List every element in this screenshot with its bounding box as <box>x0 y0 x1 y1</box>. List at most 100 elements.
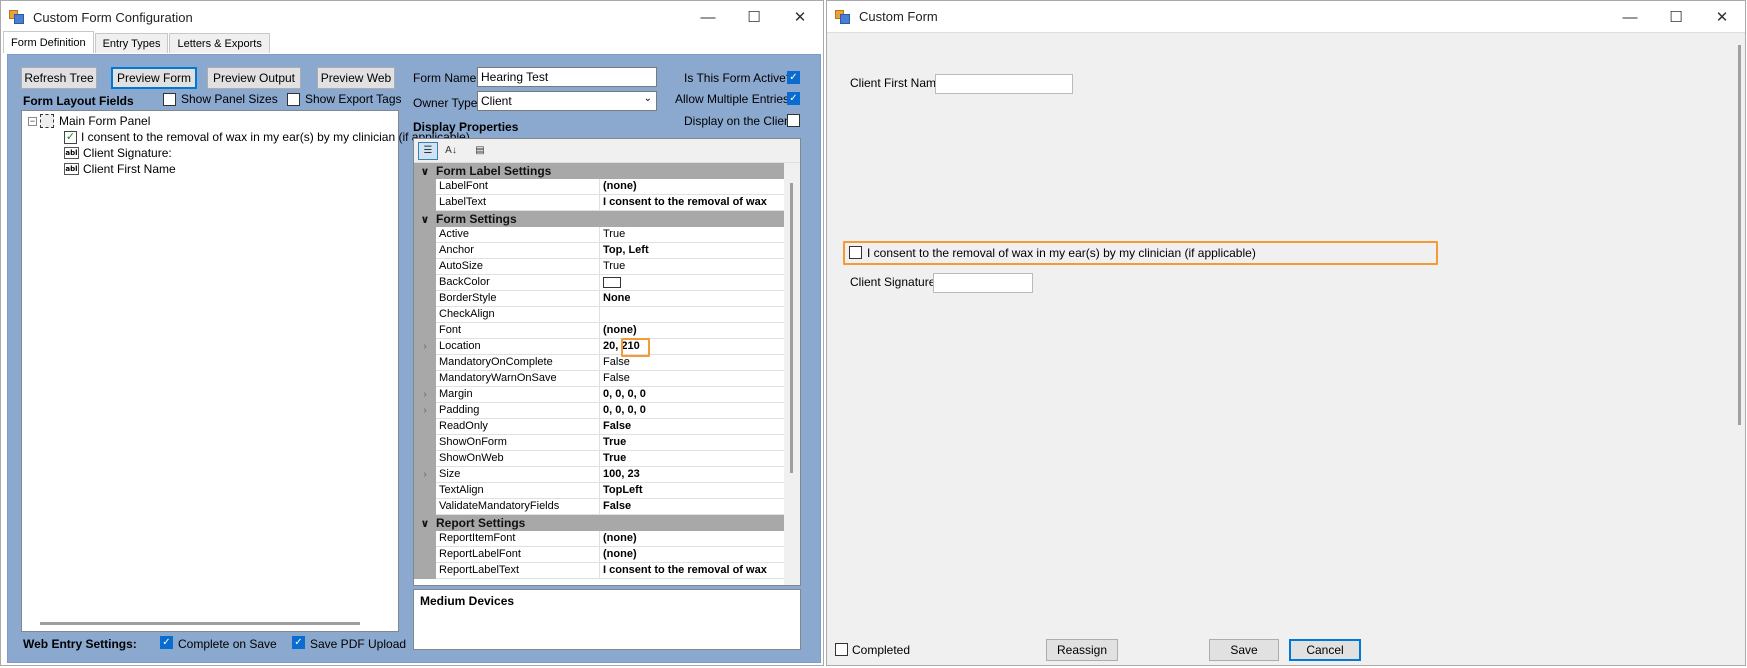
client-first-name-input[interactable] <box>935 74 1073 94</box>
property-row[interactable]: ReportItemFont (none) <box>414 531 784 547</box>
property-category[interactable]: ∨ Form Settings <box>414 211 784 227</box>
property-value[interactable]: True <box>600 451 784 467</box>
collapse-icon[interactable]: − <box>28 116 37 126</box>
property-row[interactable]: AutoSize True <box>414 259 784 275</box>
property-pages-icon[interactable]: ▤ <box>470 142 490 160</box>
chevron-down-icon[interactable]: ∨ <box>414 165 436 178</box>
preview-web-button[interactable]: Preview Web <box>317 67 395 89</box>
cancel-button[interactable]: Cancel <box>1289 639 1361 661</box>
owner-type-select[interactable]: Client ⌄ <box>477 91 657 111</box>
form-name-input[interactable]: Hearing Test <box>477 67 657 87</box>
property-value[interactable]: 0, 0, 0, 0 <box>600 403 784 419</box>
property-row[interactable]: Active True <box>414 227 784 243</box>
expand-icon[interactable]: › <box>414 467 436 483</box>
property-value[interactable]: (none) <box>600 547 784 563</box>
property-row[interactable]: › Size 100, 23 <box>414 467 784 483</box>
form-window-title: Custom Form <box>859 9 938 24</box>
property-value[interactable] <box>600 307 784 323</box>
property-category[interactable]: ∨ Report Settings <box>414 515 784 531</box>
property-row[interactable]: › Padding 0, 0, 0, 0 <box>414 403 784 419</box>
property-row[interactable]: BackColor <box>414 275 784 291</box>
property-value[interactable]: (none) <box>600 323 784 339</box>
property-value[interactable]: 100, 23 <box>600 467 784 483</box>
show-panel-sizes-checkbox[interactable] <box>163 93 176 106</box>
property-value[interactable]: False <box>600 419 784 435</box>
property-value[interactable]: True <box>600 259 784 275</box>
is-active-checkbox[interactable]: ✓ <box>787 71 800 84</box>
save-button[interactable]: Save <box>1209 639 1279 661</box>
property-row[interactable]: LabelFont (none) <box>414 179 784 195</box>
tree-node-client-first-name[interactable]: abl Client First Name <box>64 161 176 177</box>
completed-checkbox[interactable] <box>835 643 848 656</box>
property-grid-scrollbar[interactable] <box>784 163 800 585</box>
minimize-icon[interactable]: — <box>685 1 731 33</box>
complete-on-save-checkbox[interactable]: ✓ <box>160 636 173 649</box>
property-value[interactable] <box>600 275 784 291</box>
tab-entry-types[interactable]: Entry Types <box>94 33 169 53</box>
tab-form-definition[interactable]: Form Definition <box>3 31 94 53</box>
property-value[interactable]: False <box>600 355 784 371</box>
property-row[interactable]: › Location 20, 210 <box>414 339 784 355</box>
property-row[interactable]: BorderStyle None <box>414 291 784 307</box>
tab-letters-exports[interactable]: Letters & Exports <box>169 33 270 53</box>
preview-output-button[interactable]: Preview Output <box>207 67 301 89</box>
consent-checkbox[interactable] <box>849 246 862 259</box>
save-pdf-upload-checkbox[interactable]: ✓ <box>292 636 305 649</box>
property-value[interactable]: I consent to the removal of wax <box>600 195 784 211</box>
tree-node-client-signature[interactable]: abl Client Signature: <box>64 145 172 161</box>
property-row[interactable]: Font (none) <box>414 323 784 339</box>
property-row[interactable]: CheckAlign <box>414 307 784 323</box>
alphabetical-icon[interactable]: A↓ <box>441 142 461 160</box>
property-value[interactable]: (none) <box>600 531 784 547</box>
property-value[interactable]: True <box>600 227 784 243</box>
property-row[interactable]: MandatoryOnComplete False <box>414 355 784 371</box>
refresh-tree-button[interactable]: Refresh Tree <box>21 67 97 89</box>
property-value[interactable]: I consent to the removal of wax <box>600 563 784 579</box>
property-value[interactable]: (none) <box>600 179 784 195</box>
property-value[interactable]: 0, 0, 0, 0 <box>600 387 784 403</box>
property-value[interactable]: None <box>600 291 784 307</box>
display-on-client-checkbox[interactable] <box>787 114 800 127</box>
property-row[interactable]: ShowOnWeb True <box>414 451 784 467</box>
property-value[interactable]: TopLeft <box>600 483 784 499</box>
tree-node-main-panel[interactable]: − Main Form Panel <box>28 113 150 129</box>
maximize-icon[interactable]: ☐ <box>1653 1 1699 33</box>
minimize-icon[interactable]: — <box>1607 1 1653 33</box>
chevron-down-icon[interactable]: ∨ <box>414 213 436 226</box>
tree-node-consent[interactable]: ✓ I consent to the removal of wax in my … <box>64 129 470 145</box>
property-category[interactable]: ∨ Form Label Settings <box>414 163 784 179</box>
form-layout-tree[interactable]: − Main Form Panel ✓ I consent to the rem… <box>21 110 470 632</box>
chevron-down-icon[interactable]: ∨ <box>414 517 436 530</box>
expand-icon[interactable]: › <box>414 387 436 403</box>
client-first-name-label: Client First Name <box>850 76 943 90</box>
show-export-tags-checkbox[interactable] <box>287 93 300 106</box>
client-signature-input[interactable] <box>933 273 1033 293</box>
property-row[interactable]: ReadOnly False <box>414 419 784 435</box>
property-row[interactable]: ShowOnForm True <box>414 435 784 451</box>
property-value[interactable]: Top, Left <box>600 243 784 259</box>
property-grid[interactable]: ☰ A↓ ▤ ∨ Form Label Settings LabelFont (non… <box>413 138 801 586</box>
property-row[interactable]: ValidateMandatoryFields False <box>414 499 784 515</box>
categorized-icon[interactable]: ☰ <box>418 141 438 160</box>
property-row[interactable]: › Margin 0, 0, 0, 0 <box>414 387 784 403</box>
close-icon[interactable]: ✕ <box>1699 1 1745 33</box>
property-row[interactable]: MandatoryWarnOnSave False <box>414 371 784 387</box>
property-row[interactable]: ReportLabelFont (none) <box>414 547 784 563</box>
property-row[interactable]: TextAlign TopLeft <box>414 483 784 499</box>
reassign-button[interactable]: Reassign <box>1046 639 1118 661</box>
form-vertical-scrollbar[interactable] <box>1738 45 1741 425</box>
property-value[interactable]: False <box>600 371 784 387</box>
expand-icon[interactable]: › <box>414 403 436 419</box>
property-value[interactable]: True <box>600 435 784 451</box>
property-row[interactable]: LabelText I consent to the removal of wax <box>414 195 784 211</box>
property-row[interactable]: ReportLabelText I consent to the removal … <box>414 563 784 579</box>
expand-icon[interactable]: › <box>414 339 436 355</box>
preview-form-button[interactable]: Preview Form <box>111 67 197 89</box>
maximize-icon[interactable]: ☐ <box>731 1 777 33</box>
close-icon[interactable]: ✕ <box>777 1 823 33</box>
tree-horizontal-scrollbar[interactable] <box>40 622 360 625</box>
allow-multiple-checkbox[interactable]: ✓ <box>787 92 800 105</box>
property-row[interactable]: Anchor Top, Left <box>414 243 784 259</box>
property-value[interactable]: False <box>600 499 784 515</box>
scroll-thumb[interactable] <box>790 183 793 473</box>
